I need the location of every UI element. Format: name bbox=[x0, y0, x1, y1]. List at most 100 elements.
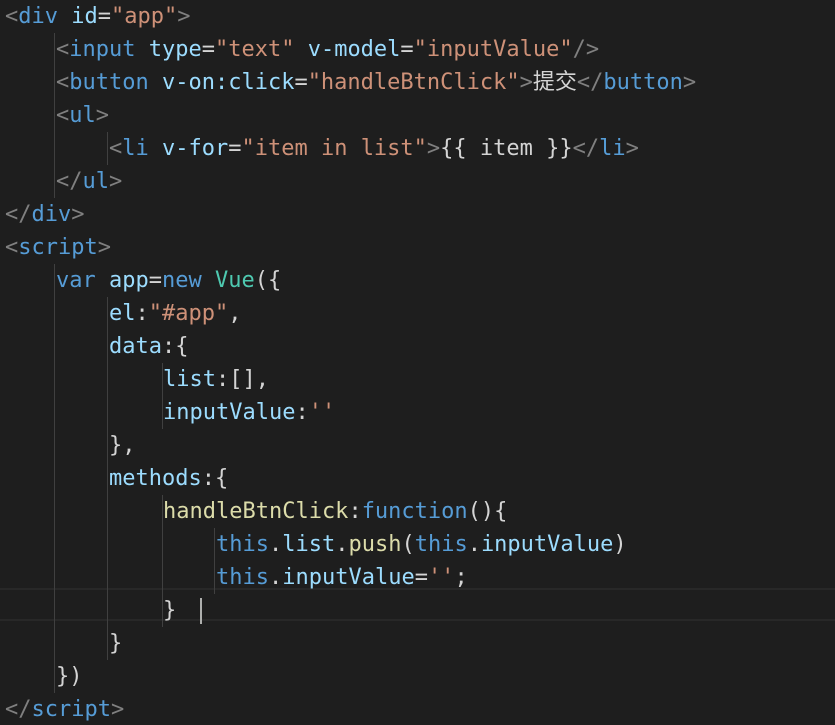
code-token: } bbox=[163, 598, 177, 623]
code-token: li bbox=[122, 136, 149, 161]
code-token: = bbox=[294, 70, 308, 95]
code-token: {{ item }} bbox=[440, 136, 573, 161]
code-token: > bbox=[426, 136, 441, 161]
code-token: :{ bbox=[201, 466, 229, 491]
code-line: <input type="text" v-model="inputValue"/… bbox=[56, 33, 599, 66]
code-token: </ bbox=[56, 169, 83, 194]
code-token: id bbox=[71, 4, 98, 29]
code-line: <ul> bbox=[56, 99, 109, 132]
indent-guide bbox=[107, 132, 108, 165]
code-line: data:{ bbox=[109, 330, 188, 363]
indent-guide bbox=[107, 297, 108, 660]
code-token: > bbox=[71, 202, 85, 227]
code-token: Vue bbox=[215, 268, 255, 293]
code-token: "item in list" bbox=[241, 136, 427, 161]
code-line: methods:{ bbox=[109, 462, 228, 495]
code-token: > bbox=[109, 169, 123, 194]
code-token: , bbox=[228, 301, 242, 326]
code-token: ul bbox=[69, 103, 96, 128]
code-token: inputValue bbox=[163, 400, 296, 425]
code-token: = bbox=[400, 37, 414, 62]
code-token: > bbox=[177, 4, 191, 29]
code-token: < bbox=[56, 70, 70, 95]
code-token: '' bbox=[308, 400, 336, 425]
code-token: "app" bbox=[111, 4, 178, 29]
code-line: this.inputValue=''; bbox=[216, 561, 468, 594]
code-token: : bbox=[295, 400, 309, 425]
code-token: < bbox=[56, 103, 70, 128]
code-token: v-on:click bbox=[161, 70, 295, 95]
code-token: el bbox=[109, 301, 136, 326]
code-token: ; bbox=[454, 565, 468, 590]
code-token: this bbox=[216, 565, 269, 590]
code-token: button bbox=[603, 70, 683, 95]
code-token: }, bbox=[109, 433, 136, 458]
code-token: "#app" bbox=[148, 301, 229, 326]
code-token: function bbox=[361, 499, 468, 524]
code-token: > bbox=[625, 136, 639, 161]
code-line: <button v-on:click="handleBtnClick">提交</… bbox=[56, 66, 696, 99]
code-line: handleBtnClick:function(){ bbox=[163, 495, 507, 528]
code-token: push bbox=[348, 532, 402, 557]
code-token: : bbox=[348, 499, 362, 524]
code-token: methods bbox=[109, 466, 202, 491]
code-line: </div> bbox=[5, 198, 85, 231]
code-token: ( bbox=[401, 532, 415, 557]
code-token: > bbox=[95, 103, 109, 128]
code-editor[interactable]: <div id="app"> <input type="text" v-mode… bbox=[0, 0, 835, 725]
code-token: input bbox=[69, 37, 136, 62]
code-token: = bbox=[201, 37, 215, 62]
code-token: . bbox=[335, 532, 349, 557]
code-token: : bbox=[135, 301, 149, 326]
code-token: script bbox=[31, 697, 111, 722]
code-token: . bbox=[467, 532, 481, 557]
code-token: > bbox=[519, 70, 533, 95]
code-line: } bbox=[109, 627, 122, 660]
code-token: (){ bbox=[467, 499, 508, 524]
code-line: }, bbox=[109, 429, 136, 462]
code-token: > bbox=[110, 697, 125, 722]
code-token: }) bbox=[56, 664, 83, 689]
code-line: } bbox=[163, 594, 176, 627]
code-token: </ bbox=[572, 136, 600, 161]
code-token: . bbox=[268, 565, 283, 590]
code-token: = bbox=[148, 268, 162, 293]
code-line: </script> bbox=[5, 693, 124, 725]
code-token: new bbox=[162, 268, 202, 293]
code-token: div bbox=[31, 202, 72, 227]
code-token: list bbox=[282, 532, 336, 557]
code-token: data bbox=[109, 334, 162, 359]
code-token: 提交 bbox=[532, 70, 577, 95]
code-token: this bbox=[414, 532, 468, 557]
code-token: < bbox=[56, 37, 70, 62]
code-token: app bbox=[109, 268, 149, 293]
code-token: = bbox=[97, 4, 111, 29]
code-token: = bbox=[414, 565, 428, 590]
code-token: = bbox=[228, 136, 242, 161]
code-token: < bbox=[5, 4, 19, 29]
code-token: script bbox=[18, 235, 98, 260]
code-line: <li v-for="item in list">{{ item }}</li> bbox=[109, 132, 639, 165]
code-token: v-model bbox=[307, 37, 401, 62]
indent-guide bbox=[54, 264, 55, 693]
code-token: ul bbox=[82, 169, 110, 194]
code-token: </ bbox=[5, 697, 32, 722]
code-token: "handleBtnClick" bbox=[307, 70, 520, 95]
code-line: <div id="app"> bbox=[5, 0, 190, 33]
code-line: </ul> bbox=[56, 165, 122, 198]
code-token: this bbox=[216, 532, 269, 557]
code-line: var app=new Vue({ bbox=[56, 264, 281, 297]
code-token: '' bbox=[427, 565, 455, 590]
code-token: "text" bbox=[214, 37, 295, 62]
code-line: inputValue:'' bbox=[163, 396, 335, 429]
code-token: button bbox=[69, 70, 149, 95]
code-token: inputValue bbox=[282, 565, 415, 590]
code-token: inputValue bbox=[480, 532, 614, 557]
code-token: var bbox=[56, 268, 96, 293]
